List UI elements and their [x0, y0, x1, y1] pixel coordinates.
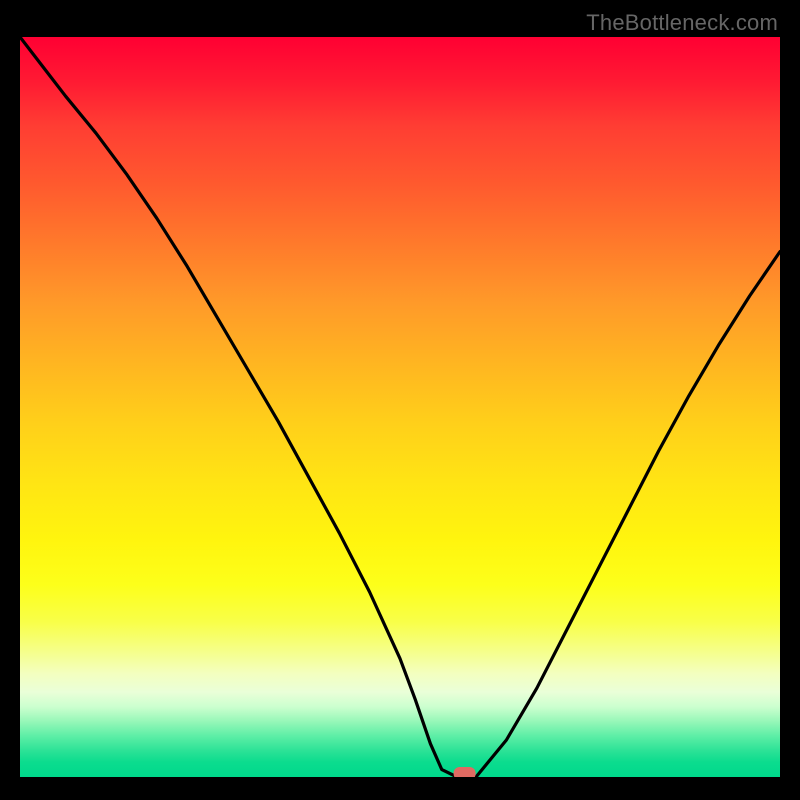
watermark-text: TheBottleneck.com	[586, 10, 778, 36]
chart-stage: TheBottleneck.com	[0, 0, 800, 800]
bottleneck-curve-path	[20, 37, 780, 777]
plot-area	[20, 37, 780, 777]
curve-layer	[20, 37, 780, 777]
optimum-marker	[454, 767, 476, 777]
